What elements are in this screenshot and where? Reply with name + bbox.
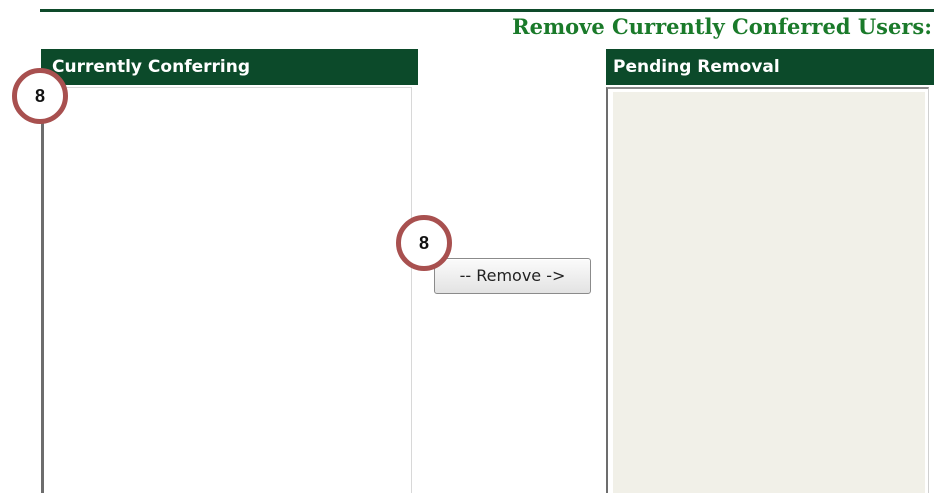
pending-removal-header: Pending Removal bbox=[606, 49, 934, 85]
section-title: Remove Currently Conferred Users: bbox=[512, 14, 932, 39]
step-callout-badge: 8 bbox=[396, 215, 452, 271]
currently-conferring-header: Currently Conferring bbox=[41, 49, 418, 85]
currently-conferring-header-label: Currently Conferring bbox=[52, 57, 250, 77]
confer-removal-screen: Remove Currently Conferred Users: Curren… bbox=[0, 0, 934, 493]
pending-removal-frame bbox=[606, 87, 929, 493]
pending-removal-header-label: Pending Removal bbox=[613, 57, 780, 77]
remove-button[interactable]: -- Remove -> bbox=[434, 258, 591, 294]
section-divider bbox=[40, 9, 934, 12]
pending-removal-listbox[interactable] bbox=[613, 92, 925, 493]
step-callout-badge: 8 bbox=[12, 68, 68, 124]
currently-conferring-listbox[interactable] bbox=[41, 87, 412, 493]
